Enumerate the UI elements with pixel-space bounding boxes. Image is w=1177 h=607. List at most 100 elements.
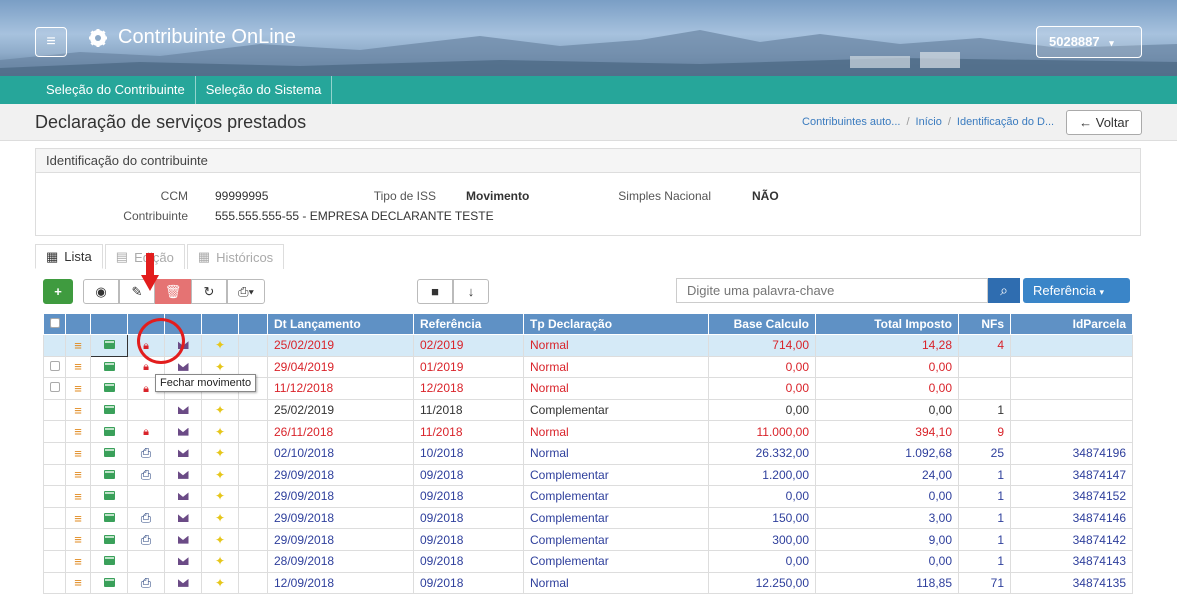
details-card-icon[interactable] xyxy=(103,577,115,587)
row-checkbox-cell[interactable] xyxy=(43,571,66,595)
details-card-icon[interactable] xyxy=(103,556,115,566)
search-button[interactable]: ⌕ xyxy=(988,278,1020,303)
row-checkbox-cell[interactable] xyxy=(43,398,66,422)
row-menu-cell[interactable]: ≡ xyxy=(65,549,91,573)
row-action-cell[interactable]: ⎙ xyxy=(127,528,165,551)
row-details-cell[interactable] xyxy=(90,571,128,595)
row-details-cell[interactable] xyxy=(90,549,128,573)
col-base-calculo[interactable]: Base Calculo xyxy=(708,313,816,335)
breadcrumb-item-contribuintes[interactable]: Contribuintes auto... xyxy=(802,116,900,128)
row-pin-cell[interactable]: ✦ xyxy=(201,441,239,465)
row-pin-cell[interactable]: ✦ xyxy=(201,528,239,551)
table-row[interactable]: ≡ ✦ 25/02/2019 11/2018 Complementar 0,00 0,00 1 xyxy=(43,398,1133,422)
row-pin-cell[interactable]: ✦ xyxy=(201,571,239,595)
row-details-cell[interactable] xyxy=(90,485,128,508)
details-card-icon[interactable] xyxy=(103,448,115,458)
pin-icon[interactable]: ✦ xyxy=(215,511,225,525)
refresh-button[interactable]: ↻ xyxy=(191,279,227,304)
referencia-filter-button[interactable]: Referência ▾ xyxy=(1023,278,1130,303)
table-row[interactable]: ≡ ⎙ ✦ 29/09/2018 09/2018 Complementar 300,00 9,… xyxy=(43,528,1133,551)
row-details-cell[interactable] xyxy=(90,441,128,465)
tab-lista[interactable]: ▦ Lista xyxy=(35,244,103,269)
row-checkbox-cell[interactable] xyxy=(43,377,66,400)
row-action-cell[interactable]: ⎙ xyxy=(127,571,165,595)
details-card-icon[interactable] xyxy=(103,426,115,436)
print-menu-button[interactable]: ⎙▾ xyxy=(227,279,265,304)
col-dt-lancamento[interactable]: Dt Lançamento xyxy=(267,313,414,335)
select-all-checkbox[interactable] xyxy=(49,318,60,328)
envelope-icon[interactable] xyxy=(177,406,189,415)
row-action-cell[interactable] xyxy=(127,549,165,573)
tab-historicos[interactable]: ▦ Históricos xyxy=(186,244,285,269)
delete-button[interactable]: 🗑 xyxy=(155,279,191,304)
menu-lines-icon[interactable]: ≡ xyxy=(74,511,82,526)
row-menu-cell[interactable]: ≡ xyxy=(65,528,91,551)
row-action-cell[interactable]: 🔒︎ xyxy=(127,420,165,443)
pin-icon[interactable]: ✦ xyxy=(215,576,225,590)
print-icon[interactable]: ⎙ xyxy=(141,575,151,590)
row-action-cell[interactable] xyxy=(127,398,165,422)
user-menu-button[interactable]: 5028887 ▾ xyxy=(1036,26,1142,58)
menu-lines-icon[interactable]: ≡ xyxy=(74,467,82,482)
print-icon[interactable]: ⎙ xyxy=(141,467,151,482)
menu-lines-icon[interactable]: ≡ xyxy=(74,532,82,547)
envelope-icon[interactable] xyxy=(177,535,189,544)
col-referencia[interactable]: Referência xyxy=(413,313,524,335)
row-checkbox[interactable] xyxy=(49,360,60,371)
row-mail-cell[interactable] xyxy=(164,528,202,551)
row-details-cell[interactable] xyxy=(90,398,128,422)
row-pin-cell[interactable]: ✦ xyxy=(201,334,239,357)
envelope-icon[interactable] xyxy=(177,492,189,501)
details-card-icon[interactable] xyxy=(103,491,115,501)
row-details-cell[interactable] xyxy=(90,377,128,400)
lock-icon[interactable]: 🔒︎ xyxy=(143,361,149,373)
details-card-icon[interactable] xyxy=(103,405,115,415)
row-details-cell[interactable] xyxy=(90,355,128,379)
row-details-cell[interactable] xyxy=(90,463,128,487)
envelope-icon[interactable] xyxy=(177,470,189,479)
hamburger-menu-button[interactable]: ≡ xyxy=(35,27,67,57)
details-card-icon[interactable] xyxy=(103,513,115,523)
row-checkbox-cell[interactable] xyxy=(43,549,66,573)
pin-icon[interactable]: ✦ xyxy=(215,338,225,352)
row-action-cell[interactable]: ⎙ xyxy=(127,506,165,530)
row-action-cell[interactable] xyxy=(127,485,165,508)
row-mail-cell[interactable] xyxy=(164,549,202,573)
col-total-imposto[interactable]: Total Imposto xyxy=(815,313,959,335)
row-menu-cell[interactable]: ≡ xyxy=(65,355,91,379)
menu-lines-icon[interactable]: ≡ xyxy=(74,575,82,590)
menu-lines-icon[interactable]: ≡ xyxy=(74,338,82,353)
row-checkbox-cell[interactable] xyxy=(43,420,66,443)
search-input[interactable] xyxy=(676,278,988,303)
row-menu-cell[interactable]: ≡ xyxy=(65,506,91,530)
envelope-icon[interactable] xyxy=(177,578,189,587)
lock-icon[interactable]: 🔒︎ xyxy=(143,426,149,438)
row-mail-cell[interactable] xyxy=(164,398,202,422)
envelope-icon[interactable] xyxy=(177,362,189,371)
row-checkbox[interactable] xyxy=(49,382,60,393)
envelope-icon[interactable] xyxy=(177,514,189,523)
pin-icon[interactable]: ✦ xyxy=(215,468,225,482)
view-button[interactable]: ◉ xyxy=(83,279,119,304)
envelope-icon[interactable] xyxy=(177,557,189,566)
menu-lines-icon[interactable]: ≡ xyxy=(74,403,82,418)
col-nfs[interactable]: NFs xyxy=(958,313,1011,335)
row-menu-cell[interactable]: ≡ xyxy=(65,377,91,400)
breadcrumb-item-inicio[interactable]: Início xyxy=(916,116,942,128)
row-menu-cell[interactable]: ≡ xyxy=(65,334,91,357)
row-pin-cell[interactable]: ✦ xyxy=(201,485,239,508)
row-details-cell[interactable] xyxy=(90,506,128,530)
row-pin-cell[interactable]: ✦ xyxy=(201,463,239,487)
row-checkbox-cell[interactable] xyxy=(43,506,66,530)
row-checkbox-cell[interactable] xyxy=(43,355,66,379)
envelope-icon[interactable] xyxy=(177,427,189,436)
menu-lines-icon[interactable]: ≡ xyxy=(74,489,82,504)
table-row[interactable]: ≡ ⎙ ✦ 12/09/2018 09/2018 Normal 12.250,00 118,8… xyxy=(43,571,1133,595)
row-mail-cell[interactable] xyxy=(164,571,202,595)
table-row[interactable]: ≡ ⎙ ✦ 02/10/2018 10/2018 Normal 26.332,00 1.092… xyxy=(43,441,1133,465)
row-action-cell[interactable]: ⎙ xyxy=(127,463,165,487)
table-row[interactable]: ≡ ✦ 28/09/2018 09/2018 Complementar 0,00 0,00 1… xyxy=(43,549,1133,573)
row-menu-cell[interactable]: ≡ xyxy=(65,463,91,487)
row-mail-cell[interactable] xyxy=(164,420,202,443)
pin-icon[interactable]: ✦ xyxy=(215,425,225,439)
